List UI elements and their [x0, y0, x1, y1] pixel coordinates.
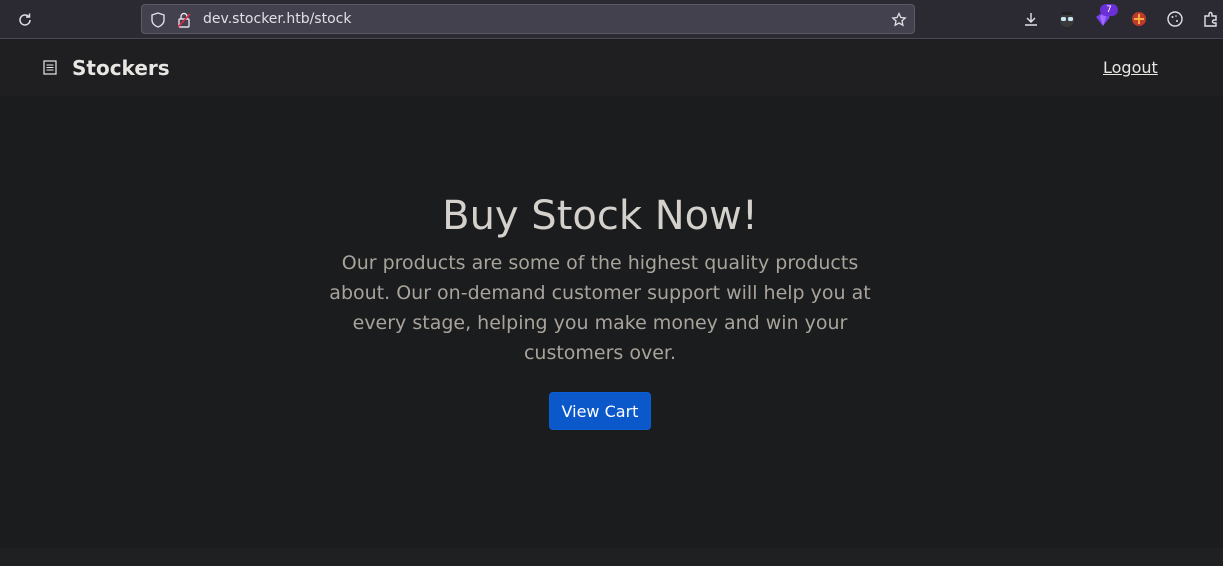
page-content: Stockers Logout Buy Stock Now! Our produ…	[0, 40, 1223, 548]
brand-link[interactable]: Stockers	[72, 56, 170, 80]
navbar: Stockers Logout	[0, 40, 1223, 96]
view-cart-button[interactable]: View Cart	[549, 392, 651, 430]
hero-title: Buy Stock Now!	[442, 193, 758, 239]
cookie-icon[interactable]	[1164, 8, 1186, 30]
extension-spy-icon[interactable]	[1056, 8, 1078, 30]
bookmark-star-icon[interactable]	[890, 11, 908, 29]
hero-description: Our products are some of the highest qua…	[329, 252, 871, 364]
reload-icon[interactable]	[14, 9, 36, 31]
footer-strip	[0, 548, 1223, 566]
extension-badge: 7	[1100, 4, 1118, 16]
extension-red-icon[interactable]	[1128, 8, 1150, 30]
logout-link[interactable]: Logout	[1103, 58, 1158, 78]
browser-toolbar: dev.stocker.htb/stock 7	[0, 0, 1223, 39]
extensions-puzzle-icon[interactable]	[1200, 8, 1222, 30]
lock-insecure-icon[interactable]	[175, 11, 193, 29]
shield-icon[interactable]	[149, 11, 167, 29]
url-bar[interactable]: dev.stocker.htb/stock	[141, 4, 915, 34]
url-text[interactable]: dev.stocker.htb/stock	[203, 10, 351, 28]
document-icon	[43, 60, 57, 76]
download-icon[interactable]	[1020, 8, 1042, 30]
